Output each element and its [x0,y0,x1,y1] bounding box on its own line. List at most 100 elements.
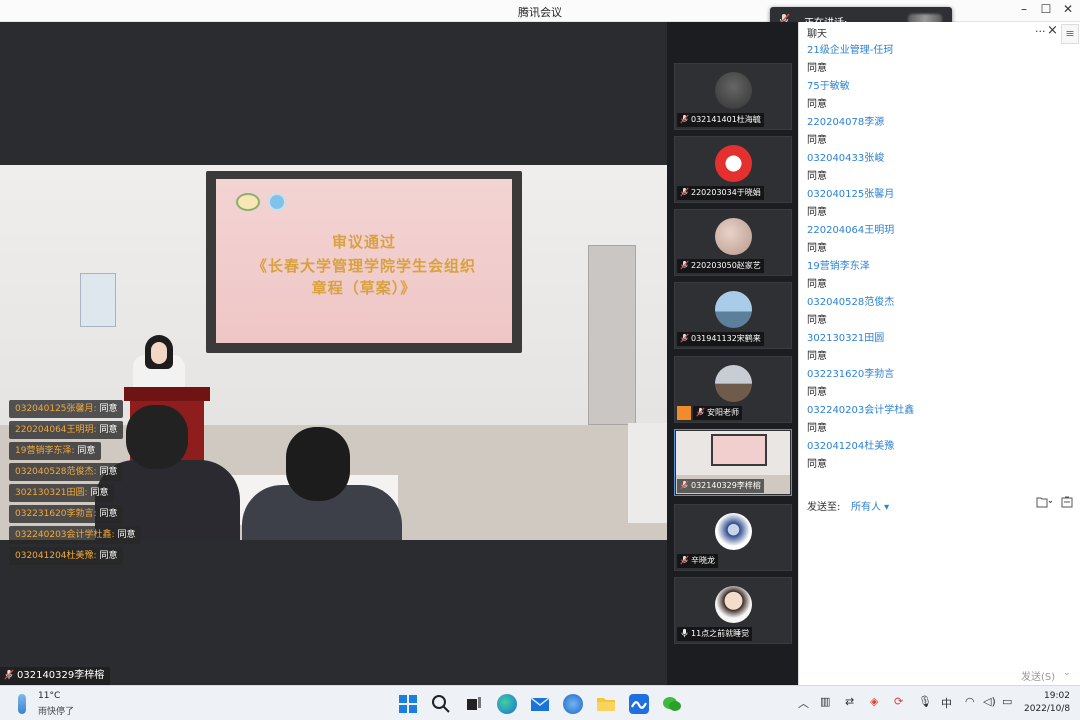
participant-tile[interactable]: 11点之前就睡觉 [674,577,792,644]
chat-sender[interactable]: 75于敏敏 [807,80,1057,98]
chat-message: 032040125张馨月 同意 [807,188,1057,224]
volume-icon[interactable]: ◁) [983,695,996,708]
chat-sender[interactable]: 032040433张峻 [807,152,1057,170]
chat-header: 聊天 ··· × [799,22,1059,44]
temperature[interactable]: 11°C [38,691,60,701]
participant-name: 032140329李梓榕 [691,481,761,490]
tencent-meeting-icon[interactable] [629,694,649,714]
overlay-comment: 19营销李东泽: 同意 [9,442,102,460]
wall-poster [80,273,116,327]
overlay-comment: 220204064王明玥: 同意 [9,421,124,439]
projector-screen: 审议通过 《长春大学管理学院学生会组织 章程（草案）》 [206,171,522,353]
clock-time[interactable]: 19:02 [1044,691,1070,701]
chat-message: 19营销李东泽 同意 [807,260,1057,296]
muted-mic-icon [680,480,689,495]
refresh-icon[interactable]: ⟳ [894,695,903,708]
participant-avatar [715,513,752,550]
participant-tile[interactable]: 220203050赵家艺 [674,209,792,276]
participant-tile[interactable]: 032141401杜海毓 [674,63,792,130]
mail-icon[interactable] [530,694,550,714]
close-chat-icon[interactable]: × [1047,23,1058,38]
chat-sender[interactable]: 032231620李勃言 [807,368,1057,386]
chat-sender[interactable]: 032040528范俊杰 [807,296,1057,314]
clock-date[interactable]: 2022/10/8 [1024,704,1070,714]
chat-message: 032231620李勃言 同意 [807,368,1057,404]
maximize-button[interactable]: ☐ [1036,2,1056,16]
security-icon[interactable]: ◈ [870,695,878,708]
screenshot-icon[interactable] [1061,496,1073,511]
muted-mic-icon [696,407,705,422]
wifi-icon[interactable]: ◠ [965,695,975,708]
participant-name: 032141401杜海毓 [691,115,761,124]
send-to-dropdown[interactable]: 所有人 ▾ [851,498,889,513]
host-badge-icon [677,406,691,420]
participant-tile[interactable]: 辛晓龙 [674,504,792,571]
main-speaker-namebar: 032140329李梓榕 [0,667,111,685]
chat-text: 同意 [807,243,827,254]
wechat-icon[interactable] [662,694,682,714]
chat-message: 220204078李源 同意 [807,116,1057,152]
chat-text: 同意 [807,423,827,434]
microphone-tray-icon[interactable]: 🎙 [918,695,932,708]
chat-sender[interactable]: 21级企业管理-任珂 [807,44,1057,62]
union-logo-icon [268,193,286,211]
chat-sender[interactable]: 032240203会计学杜鑫 [807,404,1057,422]
chat-sender[interactable]: 19营销李东泽 [807,260,1057,278]
chat-sender[interactable]: 220204064王明玥 [807,224,1057,242]
browser-icon[interactable] [563,694,583,714]
chat-message: 21级企业管理-任珂 同意 [807,44,1057,80]
app-tray-icon[interactable]: ▥ [820,695,830,708]
more-options-icon[interactable]: ··· [1035,25,1046,38]
chat-text: 同意 [807,135,827,146]
battery-icon[interactable]: ▭ [1002,695,1012,708]
chat-text: 同意 [807,99,827,110]
chat-message: 032040433张峻 同意 [807,152,1057,188]
edge-browser-icon[interactable] [497,694,517,714]
sync-icon[interactable]: ⇄ [845,695,854,708]
task-view-icon[interactable] [464,694,484,714]
participant-tile[interactable]: 安阳老师 [674,356,792,423]
overlay-comment: 302130321田圆: 同意 [9,484,115,502]
chat-sender[interactable]: 032041204杜美豫 [807,440,1057,458]
send-button[interactable]: 发送(S) [1021,668,1055,683]
close-window-button[interactable]: ✕ [1058,2,1078,16]
speaker-face [151,342,167,364]
participant-strip: 032141401杜海毓 220203034于晓娟 220203050赵家艺 0… [667,22,798,685]
minimize-button[interactable]: – [1014,2,1034,16]
muted-mic-icon [680,555,689,570]
chat-text: 同意 [807,459,827,470]
video-door [588,245,636,425]
participant-name: 220203050赵家艺 [691,261,761,270]
chat-message-list[interactable]: 21级企业管理-任珂 同意 75于敏敏 同意 220204078李源 同意 03204… [807,44,1057,476]
muted-mic-icon [680,333,689,348]
weather-icon[interactable] [18,694,26,714]
muted-mic-icon [680,114,689,129]
windows-start-icon[interactable] [398,694,418,714]
search-icon[interactable] [431,694,451,714]
podium-top [124,387,210,401]
slide: 审议通过 《长春大学管理学院学生会组织 章程（草案）》 [216,179,512,343]
participant-tile-active[interactable]: 032140329李梓榕 [674,429,792,496]
chat-sender[interactable]: 032040125张馨月 [807,188,1057,206]
chat-sender[interactable]: 302130321田圆 [807,332,1057,350]
muted-mic-icon [680,260,689,275]
overlay-comment: 032240203会计学杜鑫: 同意 [9,526,142,544]
chat-message: 032040528范俊杰 同意 [807,296,1057,332]
chevron-up-icon[interactable]: ︿ [798,695,809,711]
participant-name: 031941132宋鹤来 [691,334,761,343]
participant-tile[interactable]: 220203034于晓娟 [674,136,792,203]
chat-sender[interactable]: 220204078李源 [807,116,1057,134]
audience-head [286,427,350,501]
send-options-icon[interactable]: ⌄ [1063,668,1071,678]
weather-condition[interactable]: 雨快停了 [38,704,74,717]
file-explorer-icon[interactable] [596,694,616,714]
menu-icon[interactable]: ≡ [1061,24,1079,44]
participant-tile[interactable]: 031941132宋鹤来 [674,282,792,349]
file-icon[interactable] [1036,496,1053,511]
chat-message: 032041204杜美豫 同意 [807,440,1057,476]
overlay-comment: 032231620李勃言: 同意 [9,505,124,523]
ime-indicator[interactable]: 中 [941,695,952,711]
participant-name: 辛晓龙 [691,556,715,565]
main-video-stage[interactable]: 审议通过 《长春大学管理学院学生会组织 章程（草案）》 032040125张馨月… [0,22,667,685]
participant-avatar [715,291,752,328]
